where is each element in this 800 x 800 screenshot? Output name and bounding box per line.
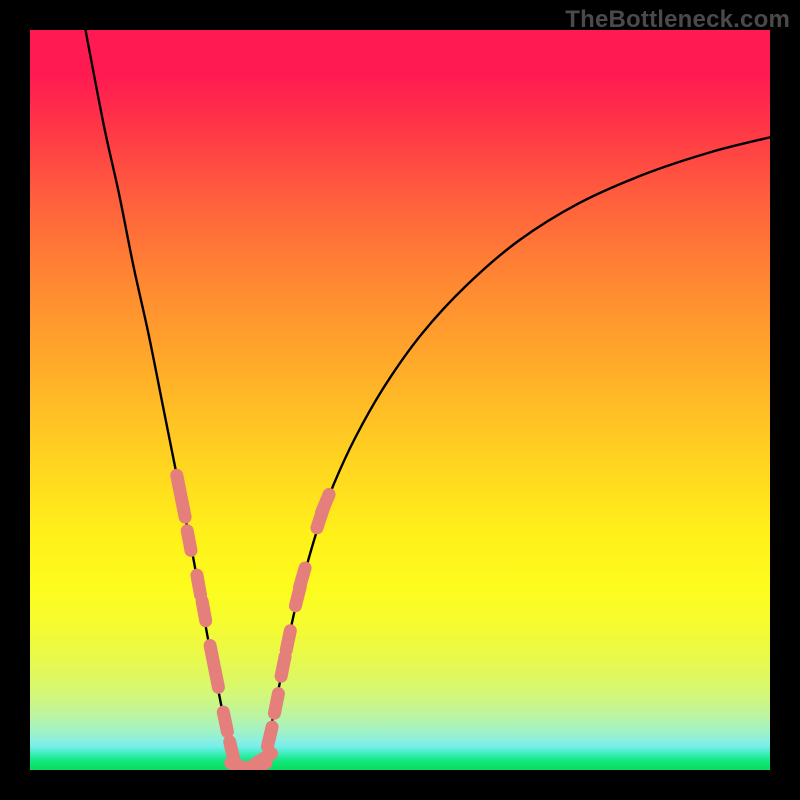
highlight-marker <box>202 601 206 621</box>
highlight-marker <box>197 575 201 595</box>
curve-group <box>86 30 771 769</box>
highlight-marker <box>274 694 278 714</box>
marker-group <box>177 475 329 769</box>
highlight-marker <box>281 657 285 677</box>
bottleneck-curve <box>86 30 771 769</box>
highlight-marker <box>215 668 219 688</box>
highlight-marker <box>267 727 272 746</box>
curve-layer <box>30 30 770 770</box>
highlight-marker <box>300 568 306 587</box>
highlight-marker <box>321 494 329 512</box>
highlight-marker <box>187 531 191 551</box>
watermark-text: TheBottleneck.com <box>565 6 790 34</box>
highlight-marker <box>181 497 185 517</box>
highlight-marker <box>286 631 290 651</box>
chart-frame: TheBottleneck.com <box>0 0 800 800</box>
highlight-marker <box>223 712 227 732</box>
plot-area <box>30 30 770 770</box>
highlight-marker <box>255 754 272 765</box>
